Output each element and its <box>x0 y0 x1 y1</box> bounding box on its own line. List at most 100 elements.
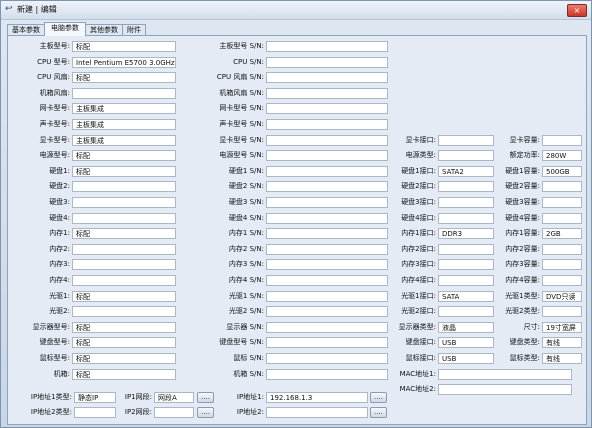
hw-model-field[interactable] <box>72 213 176 224</box>
capacity-field[interactable] <box>542 275 582 286</box>
hw-model-field[interactable]: 标配 <box>72 337 176 348</box>
interface-field[interactable]: USB <box>438 353 494 364</box>
ip1-segment-button[interactable]: .... <box>197 392 214 403</box>
ip1-address-button[interactable]: .... <box>370 392 387 403</box>
sn-field[interactable] <box>266 337 388 348</box>
capacity-field[interactable]: 2GB <box>542 228 582 239</box>
mac-field[interactable] <box>438 384 572 395</box>
sn-label: 硬盘4 S/N: <box>228 214 264 222</box>
ip2-address-label: IP地址2: <box>236 408 264 416</box>
sn-field[interactable] <box>266 369 388 380</box>
capacity-field[interactable]: 有线 <box>542 353 582 364</box>
hw-model-field[interactable]: 标配 <box>72 150 176 161</box>
sn-field[interactable] <box>266 228 388 239</box>
hw-model-field[interactable]: 标配 <box>72 72 176 83</box>
sn-field[interactable] <box>266 72 388 83</box>
ip2-segment-button[interactable]: .... <box>197 407 214 418</box>
sn-field[interactable] <box>266 259 388 270</box>
sn-field[interactable] <box>266 135 388 146</box>
sn-field[interactable] <box>266 119 388 130</box>
sn-label: 内存1 S/N: <box>228 229 264 237</box>
sn-field[interactable] <box>266 150 388 161</box>
interface-field[interactable]: SATA <box>438 291 494 302</box>
hw-model-field[interactable] <box>72 259 176 270</box>
sn-field[interactable] <box>266 197 388 208</box>
hw-model-field[interactable] <box>72 181 176 192</box>
close-button[interactable]: × <box>567 4 587 17</box>
hw-label: 键盘型号: <box>39 338 70 346</box>
interface-field[interactable]: SATA2 <box>438 166 494 177</box>
sn-field[interactable] <box>266 88 388 99</box>
sn-field[interactable] <box>266 306 388 317</box>
interface-field[interactable] <box>438 306 494 317</box>
sn-field[interactable] <box>266 353 388 364</box>
capacity-field[interactable]: 有线 <box>542 337 582 348</box>
interface-field[interactable] <box>438 213 494 224</box>
interface-field[interactable] <box>438 150 494 161</box>
hw-model-field[interactable]: Intel Pentium E5700 3.0GHz <box>72 57 176 68</box>
ip2-address-button[interactable]: .... <box>370 407 387 418</box>
sn-field[interactable] <box>266 322 388 333</box>
hw-model-field[interactable]: 标配 <box>72 353 176 364</box>
hw-model-field[interactable] <box>72 244 176 255</box>
capacity-field[interactable]: 280W <box>542 150 582 161</box>
capacity-field[interactable]: DVD只读 <box>542 291 582 302</box>
hw-label: 硬盘2: <box>49 182 70 190</box>
interface-field[interactable] <box>438 259 494 270</box>
sn-field[interactable] <box>266 275 388 286</box>
hw-label: 声卡型号: <box>39 120 70 128</box>
hw-model-field[interactable] <box>72 197 176 208</box>
interface-field[interactable] <box>438 181 494 192</box>
hw-model-field[interactable] <box>72 88 176 99</box>
capacity-field[interactable]: 500GB <box>542 166 582 177</box>
capacity-field[interactable] <box>542 181 582 192</box>
hw-model-field[interactable]: 标配 <box>72 166 176 177</box>
back-arrow-icon: ↩ <box>5 4 13 14</box>
ip1-address-field[interactable]: 192.168.1.3 <box>266 392 368 403</box>
interface-label: 硬盘3接口: <box>401 198 436 206</box>
capacity-field[interactable] <box>542 306 582 317</box>
ip1-segment-field[interactable]: 网段A <box>154 392 194 403</box>
ip2-segment-field[interactable] <box>154 407 194 418</box>
sn-field[interactable] <box>266 41 388 52</box>
sn-field[interactable] <box>266 103 388 114</box>
sn-label: 内存3 S/N: <box>228 260 264 268</box>
interface-label: 显示器类型: <box>398 323 436 331</box>
hw-model-field[interactable]: 标配 <box>72 41 176 52</box>
hw-model-field[interactable]: 标配 <box>72 291 176 302</box>
hw-model-field[interactable]: 标配 <box>72 322 176 333</box>
interface-field[interactable] <box>438 135 494 146</box>
ip2-address-field[interactable] <box>266 407 368 418</box>
capacity-field[interactable] <box>542 213 582 224</box>
capacity-field[interactable] <box>542 197 582 208</box>
sn-field[interactable] <box>266 291 388 302</box>
hw-model-field[interactable]: 标配 <box>72 369 176 380</box>
hw-model-field[interactable] <box>72 275 176 286</box>
interface-field[interactable] <box>438 197 494 208</box>
capacity-field[interactable] <box>542 244 582 255</box>
capacity-field[interactable]: 19寸宽屏 <box>542 322 582 333</box>
sn-field[interactable] <box>266 213 388 224</box>
sn-label: CPU 风扇 S/N: <box>216 73 264 81</box>
ip1-type-field[interactable]: 静态IP <box>74 392 116 403</box>
interface-field[interactable]: DDR3 <box>438 228 494 239</box>
interface-field[interactable]: 液晶 <box>438 322 494 333</box>
interface-field[interactable] <box>438 275 494 286</box>
tab-computer[interactable]: 电脑参数 <box>44 22 86 36</box>
sn-field[interactable] <box>266 166 388 177</box>
hw-label: 机箱风扇: <box>39 89 70 97</box>
hw-model-field[interactable] <box>72 306 176 317</box>
capacity-field[interactable] <box>542 135 582 146</box>
interface-field[interactable]: USB <box>438 337 494 348</box>
hw-model-field[interactable]: 标配 <box>72 228 176 239</box>
ip2-type-field[interactable] <box>74 407 116 418</box>
hw-model-field[interactable]: 主板集成 <box>72 135 176 146</box>
hw-model-field[interactable]: 主板集成 <box>72 119 176 130</box>
capacity-field[interactable] <box>542 259 582 270</box>
interface-field[interactable] <box>438 244 494 255</box>
mac-field[interactable] <box>438 369 572 380</box>
sn-field[interactable] <box>266 181 388 192</box>
sn-field[interactable] <box>266 57 388 68</box>
hw-model-field[interactable]: 主板集成 <box>72 103 176 114</box>
sn-field[interactable] <box>266 244 388 255</box>
